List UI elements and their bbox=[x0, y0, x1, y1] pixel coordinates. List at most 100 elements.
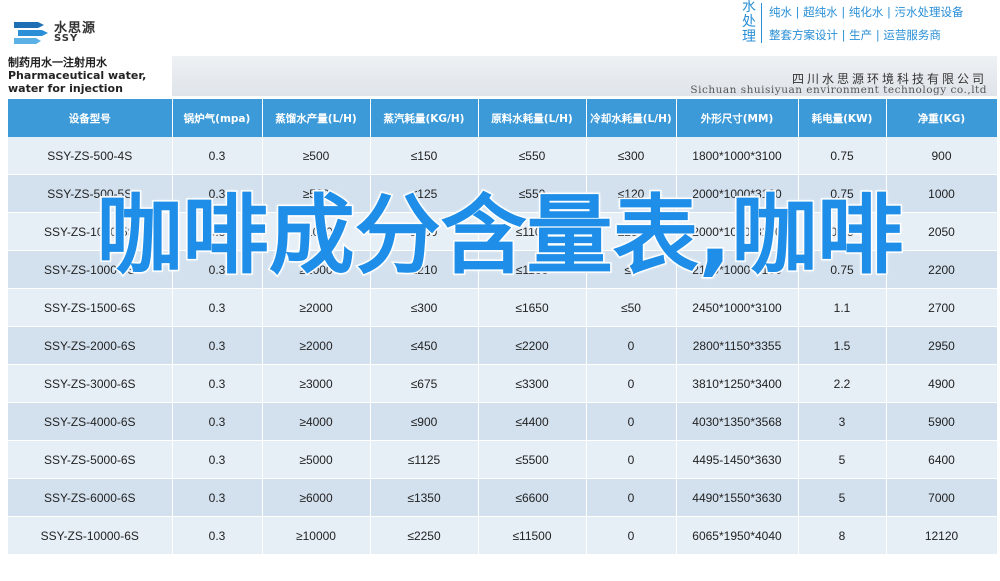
company-logo: 水思源 SSY bbox=[12, 16, 122, 46]
cell-dimensions: 2000*1000*3100 bbox=[676, 174, 799, 213]
column-header-raw-water: 原料水耗量(L/H) bbox=[478, 99, 587, 137]
cell-model: SSY-ZS-500-4S bbox=[8, 137, 173, 175]
cell-raw-water: ≤5500 bbox=[478, 440, 587, 479]
cell-steam-consumption: ≤1125 bbox=[370, 440, 479, 479]
cell-model: SSY-ZS-1500-6S bbox=[8, 288, 173, 327]
cell-power: 0.75 bbox=[798, 212, 887, 251]
cell-steam-consumption: ≤1350 bbox=[370, 478, 479, 517]
cell-power: 1.5 bbox=[798, 326, 887, 365]
cell-net-weight: 2050 bbox=[886, 212, 998, 251]
cell-cooling-water: ≤0 bbox=[586, 250, 677, 289]
cell-boiler-pressure: 0.3 bbox=[172, 250, 263, 289]
cell-cooling-water: 0 bbox=[586, 478, 677, 517]
cell-raw-water: ≤550 bbox=[478, 174, 587, 213]
cell-cooling-water: ≤120 bbox=[586, 174, 677, 213]
cell-dimensions: 2800*1150*3355 bbox=[676, 326, 799, 365]
stacked-arrows-logo-icon bbox=[14, 22, 48, 44]
brand-vertical-char: 理 bbox=[742, 29, 756, 45]
cell-model: SSY-ZS-1000-5S bbox=[8, 212, 173, 251]
cell-dimensions: 2100*1000*3100 bbox=[676, 250, 799, 289]
column-header-steam-consumption: 蒸汽耗量(KG/H) bbox=[370, 99, 479, 137]
cell-power: 2.2 bbox=[798, 364, 887, 403]
cell-raw-water: ≤3300 bbox=[478, 364, 587, 403]
page-title-cn: 制药用水一注射用水 bbox=[8, 56, 107, 69]
table-row: SSY-ZS-4000-6S 0.3 ≥4000 ≤900 ≤4400 0 4030*135… bbox=[8, 402, 998, 441]
cell-raw-water: ≤1100 bbox=[478, 250, 587, 289]
brand-tagline: 水 处 理 纯水 | 超纯水 | 纯化水 | 污水处理设备 整套方案设计 | 生… bbox=[737, 0, 997, 48]
cell-raw-water: ≤6600 bbox=[478, 478, 587, 517]
cell-dimensions: 2000*1000*3100 bbox=[676, 212, 799, 251]
cell-cooling-water: ≤300 bbox=[586, 137, 677, 175]
table-header-row: 设备型号 锅炉气(mpa) 蒸馏水产量(L/H) 蒸汽耗量(KG/H) 原料水耗量(L/… bbox=[8, 99, 998, 137]
logo-text-en: SSY bbox=[54, 33, 79, 44]
cell-steam-consumption: ≤125 bbox=[370, 174, 479, 213]
cell-net-weight: 12120 bbox=[886, 516, 998, 555]
cell-raw-water: ≤1100 bbox=[478, 212, 587, 251]
cell-steam-consumption: ≤210 bbox=[370, 250, 479, 289]
cell-distilled-output: ≥3000 bbox=[262, 364, 371, 403]
cell-distilled-output: ≥10000 bbox=[262, 516, 371, 555]
table-row: SSY-ZS-1000-6S 0.3 ≥1000 ≤210 ≤1100 ≤0 2100*10… bbox=[8, 250, 998, 289]
cell-model: SSY-ZS-1000-6S bbox=[8, 250, 173, 289]
cell-power: 0.75 bbox=[798, 137, 887, 175]
table-row: SSY-ZS-2000-6S 0.3 ≥2000 ≤450 ≤2200 0 2800*115… bbox=[8, 326, 998, 365]
cell-net-weight: 4900 bbox=[886, 364, 998, 403]
cell-cooling-water: 0 bbox=[586, 516, 677, 555]
cell-steam-consumption: ≤300 bbox=[370, 288, 479, 327]
brand-vertical-char: 处 bbox=[742, 14, 756, 30]
cell-steam-consumption: ≤450 bbox=[370, 326, 479, 365]
cell-net-weight: 6400 bbox=[886, 440, 998, 479]
cell-boiler-pressure: 0.3 bbox=[172, 478, 263, 517]
cell-steam-consumption: ≤675 bbox=[370, 364, 479, 403]
table-row: SSY-ZS-6000-6S 0.3 ≥6000 ≤1350 ≤6600 0 4490*15… bbox=[8, 478, 998, 517]
cell-boiler-pressure: 0.3 bbox=[172, 440, 263, 479]
table-row: SSY-ZS-1500-6S 0.3 ≥2000 ≤300 ≤1650 ≤50 2450*1… bbox=[8, 288, 998, 327]
cell-distilled-output: ≥5000 bbox=[262, 440, 371, 479]
column-header-boiler-pressure: 锅炉气(mpa) bbox=[172, 99, 263, 137]
cell-dimensions: 4495-1450*3630 bbox=[676, 440, 799, 479]
cell-net-weight: 7000 bbox=[886, 478, 998, 517]
brand-divider bbox=[761, 3, 762, 43]
brand-line-services: 整套方案设计 | 生产 | 运营服务商 bbox=[769, 28, 941, 42]
cell-distilled-output: ≥4000 bbox=[262, 402, 371, 441]
cell-boiler-pressure: 0.3 bbox=[172, 402, 263, 441]
cell-cooling-water: 0 bbox=[586, 364, 677, 403]
brand-line-products: 纯水 | 超纯水 | 纯化水 | 污水处理设备 bbox=[769, 5, 964, 19]
cell-distilled-output: ≥1000 bbox=[262, 212, 371, 251]
column-header-net-weight: 净重(KG) bbox=[886, 99, 998, 137]
cell-dimensions: 6065*1950*4040 bbox=[676, 516, 799, 555]
table-body: SSY-ZS-500-4S 0.3 ≥500 ≤150 ≤550 ≤300 1800*100… bbox=[8, 137, 998, 555]
cell-boiler-pressure: 0.3 bbox=[172, 137, 263, 175]
cell-dimensions: 3810*1250*3400 bbox=[676, 364, 799, 403]
cell-cooling-water: 0 bbox=[586, 326, 677, 365]
cell-dimensions: 1800*1000*3100 bbox=[676, 137, 799, 175]
cell-power: 5 bbox=[798, 440, 887, 479]
cell-distilled-output: ≥6000 bbox=[262, 478, 371, 517]
cell-boiler-pressure: 0.3 bbox=[172, 174, 263, 213]
page-title: 制药用水一注射用水 Pharmaceutical water, water fo… bbox=[8, 56, 172, 96]
cell-net-weight: 2950 bbox=[886, 326, 998, 365]
cell-boiler-pressure: 0.3 bbox=[172, 364, 263, 403]
cell-raw-water: ≤550 bbox=[478, 137, 587, 175]
cell-model: SSY-ZS-500-5S bbox=[8, 174, 173, 213]
cell-dimensions: 4030*1350*3568 bbox=[676, 402, 799, 441]
cell-power: 5 bbox=[798, 478, 887, 517]
column-header-dimensions: 外形尺寸(MM) bbox=[676, 99, 799, 137]
table-row: SSY-ZS-500-4S 0.3 ≥500 ≤150 ≤550 ≤300 1800*100… bbox=[8, 137, 998, 175]
company-header-bar: 四川水思源环境科技有限公司 Sichuan shuisiyuan environ… bbox=[172, 56, 997, 96]
company-name-en: Sichuan shuisiyuan environment technolog… bbox=[690, 84, 987, 96]
cell-cooling-water: 0 bbox=[586, 440, 677, 479]
page-title-en: Pharmaceutical water, water for injectio… bbox=[8, 69, 147, 95]
table-row: SSY-ZS-3000-6S 0.3 ≥3000 ≤675 ≤3300 0 3810*125… bbox=[8, 364, 998, 403]
cell-model: SSY-ZS-5000-6S bbox=[8, 440, 173, 479]
cell-power: 3 bbox=[798, 402, 887, 441]
cell-power: 1.1 bbox=[798, 288, 887, 327]
brand-vertical-label: 水 处 理 bbox=[740, 0, 758, 45]
cell-distilled-output: ≥2000 bbox=[262, 288, 371, 327]
cell-raw-water: ≤11500 bbox=[478, 516, 587, 555]
cell-boiler-pressure: 0.3 bbox=[172, 326, 263, 365]
cell-net-weight: 2700 bbox=[886, 288, 998, 327]
cell-net-weight: 900 bbox=[886, 137, 998, 175]
cell-power: 0.75 bbox=[798, 174, 887, 213]
cell-cooling-water: 0 bbox=[586, 402, 677, 441]
